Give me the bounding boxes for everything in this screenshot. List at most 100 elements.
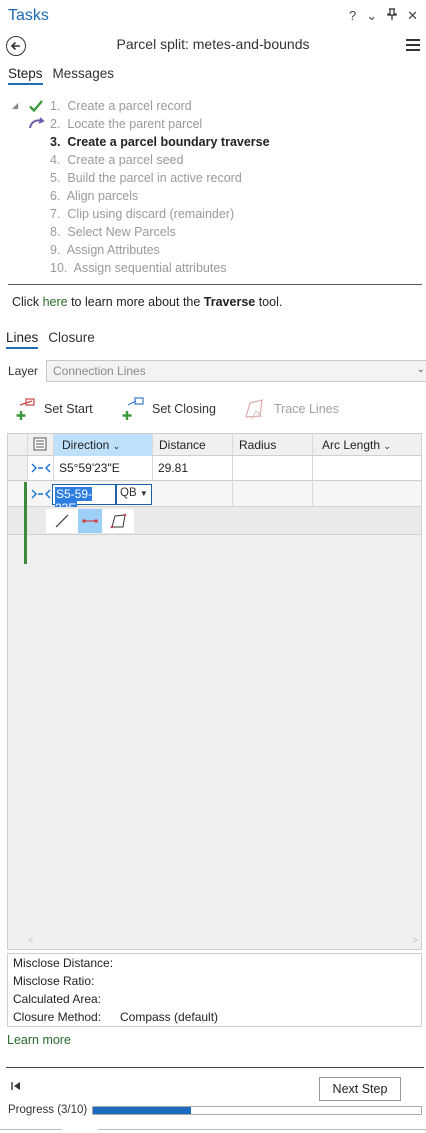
column-label: Arc Length [322, 438, 381, 452]
step-number: 10. [50, 261, 68, 275]
progress-label: Progress (3/10) [8, 1104, 88, 1116]
chevron-down-icon: ⌄ [112, 441, 121, 451]
cell-radius[interactable] [233, 482, 313, 506]
grid-options-button[interactable] [28, 434, 54, 456]
divider [6, 1067, 424, 1068]
cell-distance[interactable] [153, 482, 233, 506]
skip-to-start-icon [11, 1082, 20, 1090]
direction-input[interactable]: S5-59-23E [52, 484, 116, 515]
cell-distance[interactable]: 29.81 [153, 456, 233, 480]
step-label: Select New Parcels [67, 225, 176, 239]
set-start-button[interactable]: Set Start [14, 396, 93, 422]
step-number: 1. [50, 99, 61, 113]
step-item[interactable]: ◢ 1. Create a parcel record [0, 97, 426, 115]
column-header-arc-length[interactable]: Arc Length ⌄ [313, 434, 421, 456]
cell-direction[interactable]: S5°59'23"E [54, 456, 153, 480]
step-item[interactable]: 4. Create a parcel seed [0, 151, 426, 169]
step-number: 3. [50, 135, 61, 149]
closure-method-row: Closure Method: Compass (default) [13, 1010, 416, 1028]
info-here-link[interactable]: here [43, 295, 68, 309]
step-item[interactable]: 6. Align parcels [0, 187, 426, 205]
grid-header: Direction ⌄ Distance Radius Arc Length ⌄ [8, 434, 421, 456]
polygon-line-icon [110, 513, 127, 529]
info-middle: to learn more about the [67, 295, 204, 309]
segment-type-buttons [46, 509, 134, 533]
cell-radius[interactable] [233, 456, 313, 480]
polygon-line-button[interactable] [106, 509, 130, 533]
cell-arc-length[interactable] [313, 482, 421, 506]
column-label: Radius [239, 438, 277, 452]
learn-more-link[interactable]: Learn more [7, 1033, 71, 1047]
set-closing-icon [122, 397, 144, 420]
tab-lines[interactable]: Lines [6, 330, 39, 349]
misclose-distance-label: Misclose Distance: [13, 956, 114, 970]
two-point-line-button[interactable] [78, 509, 102, 533]
straight-line-icon [55, 514, 69, 528]
tab-closure[interactable]: Closure [48, 330, 95, 349]
step-item[interactable]: 10. Assign sequential attributes [0, 259, 426, 277]
progress-bar [92, 1106, 422, 1115]
pane-titlebar: Tasks ? ⌄ ✕ [0, 0, 426, 32]
info-tool-name: Traverse [203, 295, 256, 309]
step-label: Align parcels [66, 189, 139, 203]
pin-icon[interactable] [387, 8, 397, 24]
trace-lines-button[interactable]: Trace Lines [242, 396, 339, 422]
trace-lines-icon [245, 399, 263, 420]
quadrant-dropdown[interactable]: QB ▼ [116, 484, 152, 505]
next-step-button[interactable]: Next Step [319, 1077, 401, 1101]
step-item[interactable]: 9. Assign Attributes [0, 241, 426, 259]
set-closing-button[interactable]: Set Closing [120, 396, 216, 422]
step-list: ◢ 1. Create a parcel record 2. Locate th… [0, 97, 426, 277]
main-tabs: Steps Messages [8, 66, 114, 85]
grid-corner [8, 434, 28, 456]
first-step-button[interactable] [10, 1080, 22, 1095]
layer-value: Connection Lines [53, 364, 146, 378]
misclose-ratio-label: Misclose Ratio: [13, 974, 95, 988]
chevron-down-icon[interactable]: ⌄ [366, 8, 377, 24]
straight-line-button[interactable] [50, 509, 74, 533]
table-row-editing[interactable]: S5-59-23E QB ▼ [8, 482, 421, 515]
pane-bottom-edge [0, 1128, 426, 1133]
close-icon[interactable]: ✕ [407, 8, 418, 24]
step-number: 4. [50, 153, 61, 167]
step-label: Create a parcel record [67, 99, 192, 113]
progress-fill [93, 1107, 191, 1114]
step-label: Assign sequential attributes [73, 261, 227, 275]
workflow-title: Parcel split: metes-and-bounds [116, 36, 310, 52]
step-item[interactable]: 5. Build the parcel in active record [0, 169, 426, 187]
layer-dropdown[interactable]: Connection Lines ⌄ [46, 360, 426, 382]
step-item[interactable]: 2. Locate the parent parcel [0, 115, 426, 133]
tab-steps[interactable]: Steps [8, 66, 43, 85]
traverse-grid: Direction ⌄ Distance Radius Arc Length ⌄… [7, 433, 422, 950]
column-header-distance[interactable]: Distance [153, 434, 233, 456]
tab-messages[interactable]: Messages [53, 66, 115, 85]
horizontal-scrollbar[interactable]: < > [28, 935, 418, 947]
cell-arc-length[interactable] [313, 456, 421, 480]
help-icon[interactable]: ? [349, 8, 356, 24]
hamburger-menu-icon[interactable] [406, 39, 420, 51]
collapse-caret-icon[interactable]: ◢ [12, 101, 18, 110]
table-row[interactable]: S5°59'23"E 29.81 [8, 456, 421, 481]
step-item-current[interactable]: 3. Create a parcel boundary traverse [0, 133, 426, 151]
closure-method-value: Compass (default) [120, 1010, 219, 1024]
checkmark-icon [28, 98, 44, 114]
step-label: Clip using discard (remainder) [67, 207, 235, 221]
step-label: Assign Attributes [66, 243, 160, 257]
line-type-icon [28, 456, 54, 480]
column-header-radius[interactable]: Radius [233, 434, 313, 456]
traverse-toolbar: Set Start Set Closing Trace Lines [14, 396, 424, 422]
step-item[interactable]: 8. Select New Parcels [0, 223, 426, 241]
step-label: Create a parcel seed [67, 153, 184, 167]
info-suffix: tool. [255, 295, 283, 309]
pane-controls: ? ⌄ ✕ [349, 8, 418, 24]
traverse-info-text: Click here to learn more about the Trave… [12, 295, 282, 309]
step-number: 6. [50, 189, 61, 203]
step-item[interactable]: 7. Clip using discard (remainder) [0, 205, 426, 223]
column-header-direction[interactable]: Direction ⌄ [54, 434, 153, 456]
row-selector[interactable] [8, 456, 28, 480]
calculated-area-row: Calculated Area: [13, 992, 416, 1010]
misclose-distance-row: Misclose Distance: [13, 956, 416, 974]
table-options-icon [33, 437, 47, 451]
misclose-ratio-row: Misclose Ratio: [13, 974, 416, 992]
chevron-down-icon: ⌄ [383, 441, 391, 451]
